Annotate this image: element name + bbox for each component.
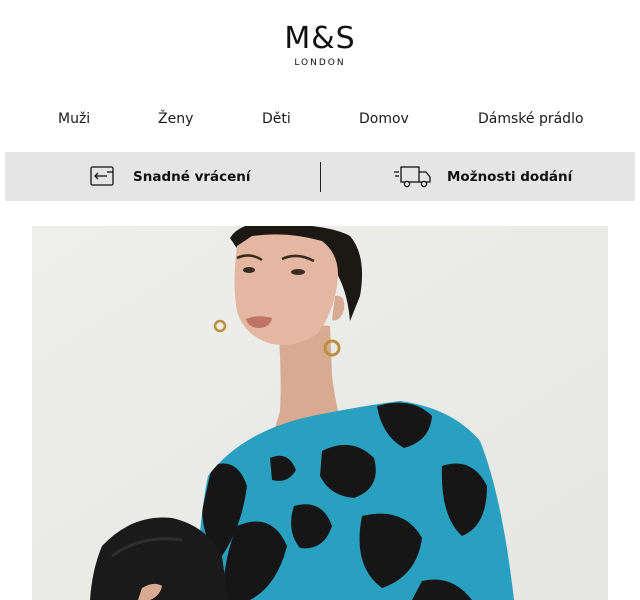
hero-photo — [32, 226, 608, 600]
service-divider — [320, 162, 321, 192]
hero-image[interactable] — [32, 226, 608, 600]
service-bar: Snadné vrácení Možnosti dodání — [5, 152, 635, 201]
nav-item-men[interactable]: Muži — [58, 108, 90, 130]
easy-returns-link[interactable]: Snadné vrácení — [89, 152, 251, 201]
nav-item-lingerie[interactable]: Dámské prádlo — [478, 108, 584, 130]
main-nav: Muži Ženy Děti Domov Dámské prádlo — [0, 108, 640, 130]
truck-icon — [393, 164, 433, 190]
delivery-options-label: Možnosti dodání — [447, 168, 573, 185]
logo-subtitle: LONDON — [294, 58, 346, 68]
nav-item-women[interactable]: Ženy — [158, 108, 193, 130]
nav-item-home[interactable]: Domov — [359, 108, 409, 130]
logo-mark: M&S — [284, 21, 356, 56]
delivery-options-link[interactable]: Možnosti dodání — [393, 152, 572, 201]
nav-item-kids[interactable]: Děti — [262, 108, 291, 130]
brand-logo[interactable]: M&S LONDON — [0, 22, 640, 69]
return-icon — [89, 165, 117, 189]
easy-returns-label: Snadné vrácení — [133, 168, 251, 185]
